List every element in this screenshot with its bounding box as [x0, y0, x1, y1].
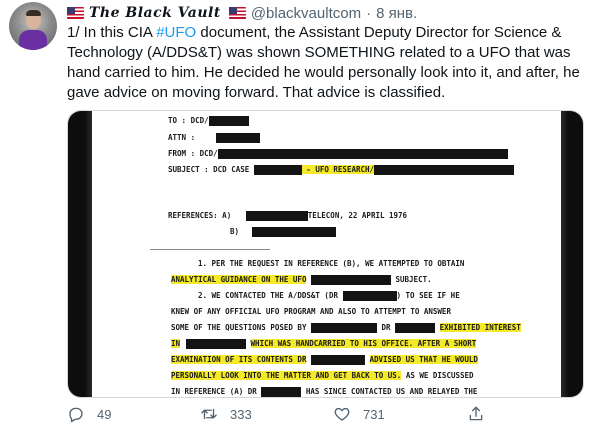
- doc-line-p2d: SOME OF THE QUESTIONS POSED BY DR EXHIBI…: [171, 323, 521, 333]
- doc-line-subject: SUBJECT : DCD CASE - UFO RESEARCH/: [168, 165, 515, 175]
- doc-line-p2g: IN WHICH WAS HANDCARRIED TO HIS OFFICE. …: [171, 339, 477, 349]
- doc-line-p1a: 1. PER THE REQUEST IN REFERENCE (B), WE …: [198, 259, 465, 268]
- tweet-date[interactable]: 8 янв.: [376, 5, 417, 22]
- tweet-text-prefix: 1/ In this CIA: [67, 24, 157, 41]
- doc-line-ref-a: REFERENCES: A) TELECON, 22 APRIL 1976: [168, 211, 408, 221]
- display-name[interactable]: The Black Vault: [89, 5, 221, 21]
- like-button[interactable]: 731: [333, 404, 385, 424]
- like-count: 731: [363, 406, 385, 422]
- doc-line-ref-b: B): [230, 227, 336, 237]
- share-icon: [469, 406, 483, 421]
- doc-line-p2i: EXAMINATION OF ITS CONTENTS DR ADVISED U…: [171, 355, 478, 365]
- doc-line-p1b: ANALYTICAL GUIDANCE ON THE UFO SUBJECT.: [171, 275, 432, 285]
- attached-image[interactable]: TO : DCD/ ATTN : FROM : DCD/ SUBJECT : D…: [67, 110, 584, 398]
- share-button[interactable]: [467, 404, 497, 424]
- reply-button[interactable]: 49: [67, 404, 111, 424]
- us-flag-icon: [228, 7, 246, 19]
- separator: ·: [366, 4, 372, 22]
- scan-artifact: [150, 249, 270, 250]
- doc-line-p2c: KNEW OF ANY OFFICIAL UFO PROGRAM AND ALS…: [171, 307, 451, 316]
- doc-line-p2k: PERSONALLY LOOK INTO THE MATTER AND GET …: [171, 371, 474, 380]
- doc-line-p2a: 2. WE CONTACTED THE A/DDS&T (DR ) TO SEE…: [198, 291, 460, 301]
- retweet-count: 333: [230, 406, 252, 422]
- doc-line-to: TO : DCD/: [168, 116, 249, 126]
- scan-edge-left: [68, 111, 92, 397]
- us-flag-icon: [67, 7, 84, 19]
- doc-line-p2m: IN REFERENCE (A) DR HAS SINCE CONTACTED …: [171, 387, 478, 397]
- scan-edge-right: [561, 111, 583, 397]
- tweet: The Black Vault @blackvaultcom · 8 янв. …: [0, 0, 598, 447]
- like-icon: [334, 407, 350, 421]
- retweet-button[interactable]: 333: [200, 404, 252, 424]
- reply-count: 49: [97, 406, 112, 422]
- retweet-icon: [201, 408, 217, 420]
- doc-line-attn: ATTN :: [168, 133, 260, 143]
- reply-icon: [69, 407, 83, 423]
- doc-line-from: FROM : DCD/: [168, 149, 508, 159]
- tweet-header: The Black Vault @blackvaultcom · 8 янв.: [67, 4, 417, 22]
- avatar[interactable]: [9, 2, 57, 50]
- document-scan: TO : DCD/ ATTN : FROM : DCD/ SUBJECT : D…: [68, 111, 583, 397]
- handle[interactable]: @blackvaultcom: [251, 5, 361, 22]
- hashtag-link[interactable]: #UFO: [156, 24, 196, 41]
- tweet-text: 1/ In this CIA #UFO document, the Assist…: [67, 23, 587, 103]
